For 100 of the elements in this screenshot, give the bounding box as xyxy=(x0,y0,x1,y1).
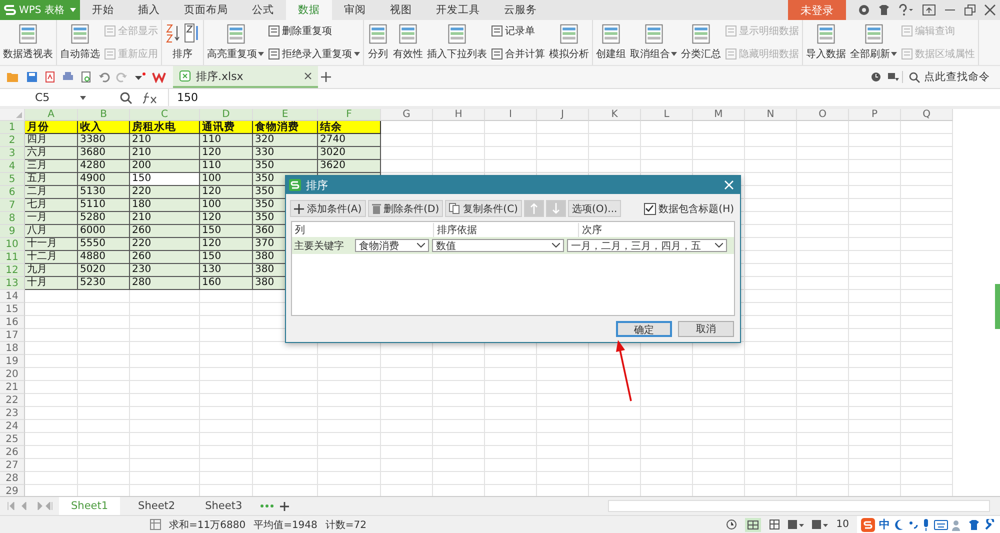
column-header[interactable]: I xyxy=(485,109,537,121)
row-header[interactable]: 21 xyxy=(0,381,25,394)
column-header[interactable]: M xyxy=(693,109,745,121)
toolbar-button[interactable]: 选项(O)... xyxy=(568,200,622,217)
ribbon-tab[interactable]: 插入 xyxy=(126,0,172,20)
app-menu-button[interactable]: WPS 表格 xyxy=(0,0,80,20)
ribbon-tab[interactable]: 开始 xyxy=(80,0,126,20)
column-header[interactable]: B xyxy=(78,109,130,121)
ribbon-tab[interactable]: 页面布局 xyxy=(172,0,240,20)
ribbon-button[interactable]: 合并计算 xyxy=(489,46,547,61)
sheet-tab[interactable]: Sheet2 xyxy=(126,497,188,515)
ribbon-tab[interactable]: 数据 xyxy=(286,0,332,20)
checkbox-label[interactable]: 数据包含标题(H) xyxy=(658,202,734,216)
column-header[interactable]: C xyxy=(130,109,200,121)
ribbon-button[interactable]: 拒绝录入重复项 xyxy=(266,46,362,61)
row-header[interactable]: 27 xyxy=(0,459,25,472)
close-icon[interactable] xyxy=(304,72,312,80)
row-header[interactable]: 11 xyxy=(0,251,25,264)
row-header[interactable]: 3 xyxy=(0,147,25,160)
column-header[interactable]: P xyxy=(849,109,901,121)
row-header[interactable]: 23 xyxy=(0,407,25,420)
checkbox[interactable] xyxy=(644,202,656,214)
scroll-handle[interactable] xyxy=(995,284,1000,329)
row-header[interactable]: 1 xyxy=(0,121,25,134)
restore-icon[interactable] xyxy=(964,4,976,16)
column-header[interactable]: D xyxy=(200,109,253,121)
window-icon[interactable] xyxy=(922,4,936,16)
row-header[interactable]: 7 xyxy=(0,199,25,212)
ribbon-button[interactable]: 模拟分析 xyxy=(547,20,591,65)
undo-icon[interactable] xyxy=(98,71,110,83)
ribbon-button[interactable]: 高亮重复项 xyxy=(205,20,266,65)
plus-icon[interactable] xyxy=(321,72,331,82)
column-header[interactable]: N xyxy=(745,109,797,121)
clock-icon[interactable] xyxy=(871,72,881,82)
toolbar-button[interactable]: 删除条件(D) xyxy=(368,200,444,217)
ribbon-tab[interactable]: 审阅 xyxy=(332,0,378,20)
row-header[interactable]: 17 xyxy=(0,329,25,342)
column-header[interactable]: J xyxy=(537,109,589,121)
row-header[interactable]: 26 xyxy=(0,446,25,459)
name-box[interactable]: C5 xyxy=(0,89,90,106)
column-header[interactable]: G xyxy=(381,109,433,121)
sort-button[interactable]: 排序 xyxy=(170,47,194,61)
ribbon-button[interactable]: 创建组 xyxy=(594,20,628,65)
row-header[interactable]: 22 xyxy=(0,394,25,407)
row-header[interactable]: 4 xyxy=(0,160,25,173)
row-header[interactable]: 10 xyxy=(0,238,25,251)
shirt-icon[interactable] xyxy=(878,4,890,16)
column-header[interactable]: A xyxy=(25,109,78,121)
toolbar-button[interactable]: 添加条件(A) xyxy=(290,200,366,217)
column-header[interactable]: H xyxy=(433,109,485,121)
help-icon[interactable] xyxy=(898,4,914,16)
history-icon[interactable] xyxy=(726,519,738,530)
save-icon[interactable] xyxy=(26,71,38,83)
flag-icon[interactable] xyxy=(887,72,899,82)
input-method-bar[interactable]: 中 xyxy=(857,516,1000,533)
more-icon[interactable] xyxy=(260,504,274,508)
ribbon-tab[interactable]: 视图 xyxy=(378,0,424,20)
row-header[interactable]: 8 xyxy=(0,212,25,225)
ribbon-tab[interactable]: 开发工具 xyxy=(424,0,492,20)
sort-descending-icon[interactable] xyxy=(184,23,200,43)
ribbon-tab[interactable]: 云服务 xyxy=(492,0,549,20)
column-header[interactable]: K xyxy=(589,109,641,121)
ribbon-button[interactable]: 分列 xyxy=(365,20,391,65)
dialog-button[interactable]: 确定 xyxy=(616,321,672,337)
close-icon[interactable] xyxy=(984,4,996,16)
column-header[interactable]: O xyxy=(797,109,849,121)
sort-on-dropdown[interactable]: 数值 xyxy=(432,239,564,252)
layout-icon[interactable] xyxy=(788,519,804,530)
ribbon-button[interactable]: 自动筛选 xyxy=(58,20,102,65)
circle-icon[interactable] xyxy=(858,4,870,16)
sheet-tab[interactable]: Sheet3 xyxy=(193,497,254,515)
row-header[interactable]: 2 xyxy=(0,134,25,147)
page-view-icon[interactable] xyxy=(769,519,780,530)
ribbon-button[interactable]: 分类汇总 xyxy=(679,20,723,65)
column-dropdown[interactable]: 食物消费 xyxy=(355,239,429,252)
row-header[interactable]: 19 xyxy=(0,355,25,368)
ribbon-button[interactable]: 全部刷新 xyxy=(848,20,899,65)
row-header[interactable]: 13 xyxy=(0,277,25,290)
ribbon-button[interactable]: 插入下拉列表 xyxy=(425,20,489,65)
row-header[interactable]: 20 xyxy=(0,368,25,381)
normal-view-icon[interactable] xyxy=(745,518,762,532)
ribbon-button[interactable]: 记录单 xyxy=(489,24,547,38)
toolbar-button[interactable]: 复制条件(C) xyxy=(445,200,522,217)
row-header[interactable]: 18 xyxy=(0,342,25,355)
dialog-button[interactable]: 取消 xyxy=(678,321,734,337)
column-header[interactable]: L xyxy=(641,109,693,121)
row-header[interactable]: 12 xyxy=(0,264,25,277)
row-header[interactable]: 6 xyxy=(0,186,25,199)
horizontal-scrollbar[interactable] xyxy=(608,500,990,512)
ribbon-button[interactable]: 导入数据 xyxy=(804,20,848,65)
row-header[interactable]: 25 xyxy=(0,433,25,446)
sort-ascending-icon[interactable] xyxy=(165,23,181,43)
row-header[interactable]: 9 xyxy=(0,225,25,238)
row-header[interactable]: 15 xyxy=(0,303,25,316)
zoom-icon[interactable] xyxy=(120,92,132,104)
add-sheet-icon[interactable] xyxy=(280,502,290,510)
ribbon-button[interactable]: 有效性 xyxy=(391,20,425,65)
column-header[interactable]: Q xyxy=(901,109,953,121)
command-search-field[interactable]: 点此查找命令 xyxy=(902,71,996,83)
column-header[interactable]: E xyxy=(253,109,318,121)
